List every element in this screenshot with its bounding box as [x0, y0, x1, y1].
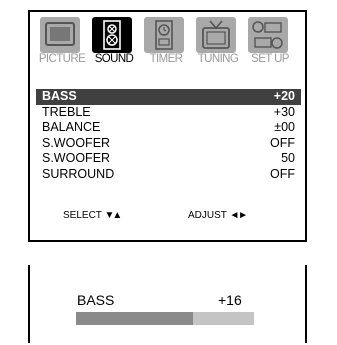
tab-tuning[interactable]: TUNING [192, 17, 244, 66]
setting-row-bass[interactable]: BASS +20 [36, 89, 301, 105]
speaker-icon [103, 20, 121, 50]
tab-picture[interactable]: PICTURE [36, 17, 88, 66]
setting-value: +30 [273, 104, 295, 119]
setting-row-treble[interactable]: TREBLE +30 [36, 105, 301, 121]
setup-icon [252, 21, 283, 49]
panel-border-left [28, 265, 30, 343]
bass-adjust-panel: BASS +16 [28, 265, 307, 345]
setting-row-subwoofer[interactable]: S.WOOFER OFF [36, 136, 301, 152]
setting-row-balance[interactable]: BALANCE ±00 [36, 120, 301, 136]
setting-row-subwoofer-level[interactable]: S.WOOFER 50 [36, 151, 301, 167]
navigation-hint-bar: SELECT ▼▲ ADJUST ◄ ► [30, 210, 305, 226]
sound-menu-panel: PICTURE SOUND TIMER TUNING SET UP BASS +… [28, 10, 307, 242]
setting-name: S.WOOFER [42, 151, 111, 165]
level-bar[interactable] [76, 312, 254, 325]
tab-picture-label: PICTURE [38, 53, 86, 65]
tab-setup-label: SET UP [251, 53, 289, 65]
left-right-arrows-icon: ◄ ► [229, 210, 249, 221]
antenna-tv-icon [202, 20, 230, 49]
setting-row-surround[interactable]: SURROUND OFF [36, 167, 301, 183]
setting-value: OFF [270, 166, 295, 181]
setting-value: OFF [270, 135, 295, 150]
tab-timer-label: TIMER [149, 53, 183, 65]
select-hint: SELECT ▼▲ [63, 210, 123, 221]
select-hint-label: SELECT [63, 210, 102, 221]
tab-setup[interactable]: SET UP [244, 17, 296, 66]
setting-name: TREBLE [42, 104, 91, 119]
menu-tab-strip: PICTURE SOUND TIMER TUNING SET UP [36, 17, 301, 66]
adjust-hint: ADJUST ◄ ► [188, 210, 249, 221]
up-down-arrows-icon: ▼▲ [104, 210, 123, 221]
setting-name: BASS [42, 89, 77, 103]
sound-settings-list: BASS +20 TREBLE +30 BALANCE ±00 S.WOOFER… [36, 89, 301, 182]
setting-value: ±00 [274, 120, 295, 134]
setting-value: +20 [273, 89, 295, 103]
setting-name: SURROUND [42, 166, 115, 181]
tab-sound[interactable]: SOUND [88, 17, 140, 66]
panel-border-right [305, 265, 307, 343]
tab-tuning-label: TUNING [197, 53, 239, 65]
setting-name: S.WOOFER [42, 135, 111, 150]
adjust-setting-value: +16 [218, 292, 242, 308]
adjust-hint-label: ADJUST [188, 210, 227, 221]
adjust-setting-name: BASS [77, 292, 115, 308]
timer-icon [155, 20, 173, 50]
setting-name: BALANCE [42, 120, 101, 134]
setting-value: 50 [281, 151, 295, 165]
level-bar-fill [76, 312, 194, 325]
tab-timer[interactable]: TIMER [140, 17, 192, 66]
tv-screen-icon [45, 22, 75, 46]
tab-sound-label: SOUND [94, 53, 134, 65]
